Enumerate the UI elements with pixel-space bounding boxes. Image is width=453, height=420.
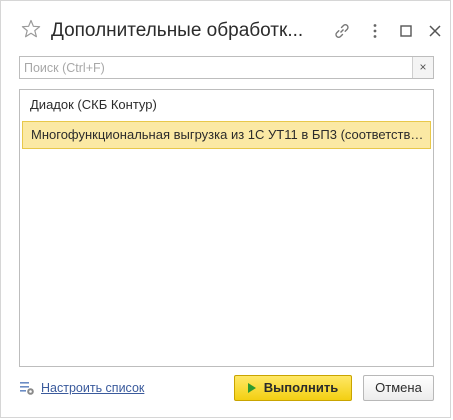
list-settings-icon — [20, 382, 34, 395]
link-icon[interactable] — [333, 22, 351, 40]
run-button[interactable]: Выполнить — [234, 375, 352, 401]
processing-list[interactable]: Диадок (СКБ Контур) Многофункциональная … — [19, 89, 434, 367]
dialog-window: Дополнительные обработк... × Диадок (СКБ… — [0, 0, 451, 418]
play-icon — [247, 382, 256, 393]
title-bar: Дополнительные обработк... — [1, 1, 450, 53]
list-item[interactable]: Диадок (СКБ Контур) — [22, 91, 431, 119]
close-icon[interactable] — [426, 22, 444, 40]
search-input[interactable] — [20, 57, 413, 78]
run-button-label: Выполнить — [263, 380, 339, 395]
more-icon[interactable] — [366, 22, 384, 40]
cancel-button[interactable]: Отмена — [363, 375, 434, 401]
maximize-icon[interactable] — [397, 22, 415, 40]
star-icon[interactable] — [21, 19, 41, 39]
customize-list-label[interactable]: Настроить список — [41, 378, 144, 398]
search-box: × — [19, 56, 434, 79]
window-title: Дополнительные обработк... — [51, 20, 304, 41]
list-item-selected[interactable]: Многофункциональная выгрузка из 1С УТ11 … — [22, 121, 431, 149]
search-clear-button[interactable]: × — [412, 57, 433, 78]
